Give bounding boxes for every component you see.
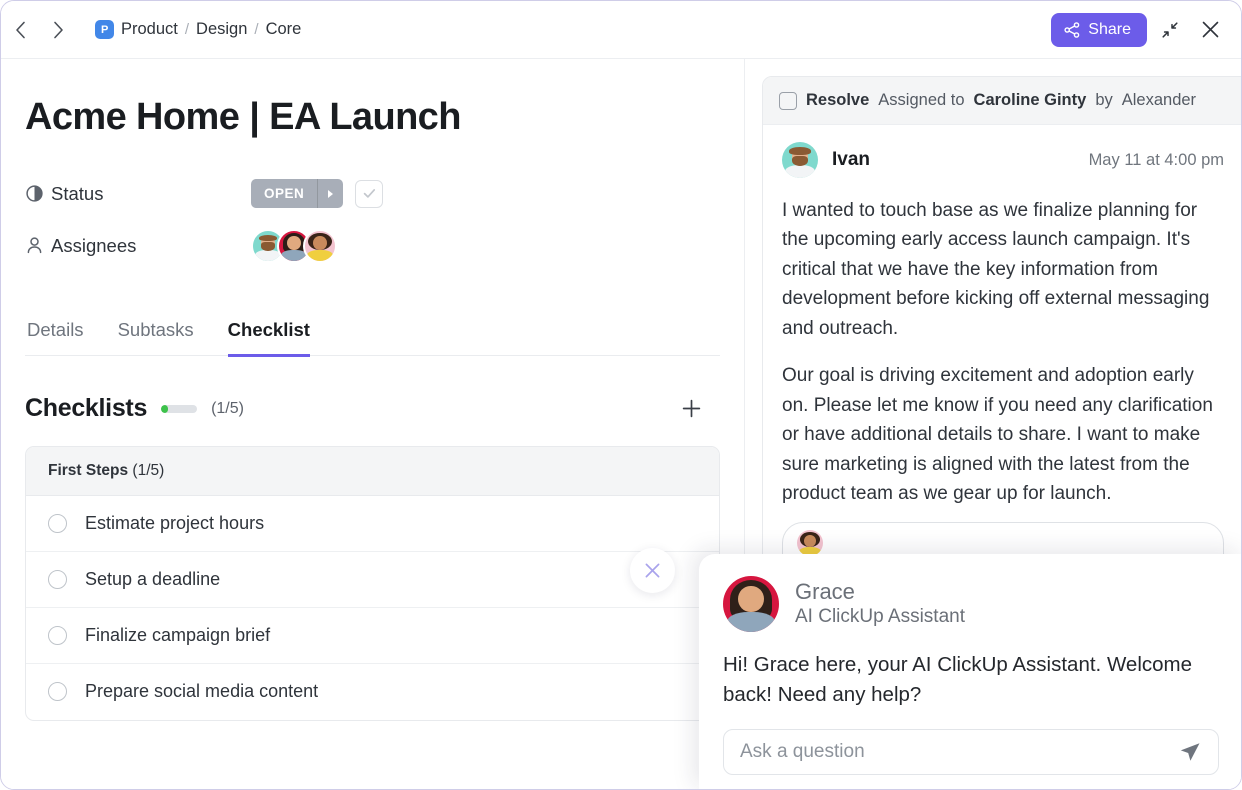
resolve-checkbox[interactable] <box>779 91 797 110</box>
navigation-arrows <box>1 11 77 49</box>
checklist-item[interactable]: Estimate project hours <box>26 496 719 552</box>
comment-body: Ivan May 11 at 4:00 pm I wanted to touch… <box>763 125 1241 518</box>
resolve-bar: Resolve Assigned to Caroline Ginty by Al… <box>763 77 1241 125</box>
chevron-left-icon <box>15 21 25 38</box>
comment-timestamp: May 11 at 4:00 pm <box>1088 150 1224 169</box>
comment-card: Resolve Assigned to Caroline Ginty by Al… <box>762 76 1241 566</box>
top-bar-actions: Share <box>1051 12 1227 47</box>
share-button-label: Share <box>1088 20 1131 38</box>
comment-paragraph: Our goal is driving excitement and adopt… <box>782 365 1213 504</box>
tab-details[interactable]: Details <box>27 319 84 357</box>
collapse-button[interactable] <box>1153 13 1187 47</box>
task-tabs: Details Subtasks Checklist <box>25 319 720 357</box>
ai-assistant-header: Grace AI ClickUp Assistant <box>723 576 1219 632</box>
mark-complete-button[interactable] <box>355 179 384 208</box>
breadcrumb-separator: / <box>254 21 259 38</box>
ai-assistant-panel: Grace AI ClickUp Assistant Hi! Grace her… <box>699 554 1241 789</box>
status-badge-value: OPEN <box>264 186 305 202</box>
breadcrumb-item-design[interactable]: Design <box>196 20 247 39</box>
share-nodes-icon <box>1064 21 1080 38</box>
ai-question-field[interactable] <box>723 729 1219 776</box>
ai-assistant-role: AI ClickUp Assistant <box>795 606 965 628</box>
avatar <box>797 530 823 557</box>
check-icon <box>363 189 375 199</box>
by-prefix: by <box>1095 91 1113 109</box>
assignee-name[interactable]: Caroline Ginty <box>974 91 1087 110</box>
status-badge[interactable]: OPEN <box>251 179 344 209</box>
chevron-right-icon <box>53 21 63 38</box>
ai-assistant-identity: Grace AI ClickUp Assistant <box>795 578 965 630</box>
ai-assistant-greeting: Hi! Grace here, your AI ClickUp Assistan… <box>723 653 1193 706</box>
comment-header: Ivan May 11 at 4:00 pm <box>782 142 1224 178</box>
checklist-card: First Steps (1/5) Estimate project hours… <box>25 445 720 721</box>
breadcrumb-item-product[interactable]: Product <box>121 20 178 39</box>
top-bar: P Product / Design / Core Share <box>1 1 1241 59</box>
person-icon <box>25 236 51 255</box>
tab-checklist[interactable]: Checklist <box>227 319 310 357</box>
status-clock-icon <box>25 184 51 203</box>
checklist-group-header[interactable]: First Steps (1/5) <box>26 446 719 496</box>
page-title: Acme Home | EA Launch <box>25 96 461 138</box>
close-overlay-button[interactable] <box>630 548 675 593</box>
close-icon <box>1202 21 1218 38</box>
avatar-face <box>723 576 779 632</box>
project-logo-icon: P <box>95 20 114 39</box>
collapse-arrows-icon <box>1162 21 1178 38</box>
avatar[interactable] <box>723 576 779 632</box>
checklist-item-label: Estimate project hours <box>85 512 265 533</box>
checklist-item[interactable]: Prepare social media content <box>26 664 719 720</box>
search-input[interactable] <box>740 741 1168 764</box>
checklist-progress-count: (1/5) <box>211 399 244 417</box>
checkbox-circle-icon[interactable] <box>48 682 67 702</box>
add-checklist-button[interactable] <box>676 394 706 424</box>
assignees-row: Assignees <box>25 225 720 267</box>
breadcrumb: P Product / Design / Core <box>95 20 301 39</box>
task-detail-window: P Product / Design / Core Share Acme Hom… <box>0 0 1242 790</box>
checklist-group-name: First Steps <box>48 461 129 479</box>
checkbox-circle-icon[interactable] <box>48 513 67 533</box>
assigned-prefix: Assigned to <box>878 91 965 109</box>
tab-subtasks[interactable]: Subtasks <box>118 319 194 357</box>
ai-assistant-name: Grace <box>795 578 855 604</box>
checklist-item-label: Setup a deadline <box>85 568 221 589</box>
assignees-label: Assignees <box>51 234 137 256</box>
checklist-item[interactable]: Setup a deadline <box>26 552 719 608</box>
breadcrumb-item-core[interactable]: Core <box>266 20 302 39</box>
avatar[interactable] <box>303 228 337 263</box>
avatar-face <box>305 231 335 261</box>
comment-author: Ivan <box>832 149 871 170</box>
plus-icon <box>682 400 700 418</box>
send-button[interactable] <box>1178 740 1202 764</box>
checklist-item-label: Prepare social media content <box>85 681 319 702</box>
assigner-name[interactable]: Alexander <box>1122 91 1196 110</box>
checklists-heading: Checklists <box>25 394 148 423</box>
breadcrumb-separator: / <box>184 21 190 38</box>
share-button[interactable]: Share <box>1051 12 1147 47</box>
forward-button[interactable] <box>39 11 77 49</box>
resolve-label[interactable]: Resolve <box>806 91 869 110</box>
comment-paragraph: I wanted to touch base as we finalize pl… <box>782 200 1210 339</box>
avatar-face <box>782 142 818 178</box>
avatar[interactable] <box>782 142 818 178</box>
caret-right-icon[interactable] <box>317 179 343 209</box>
checklist-item-label: Finalize campaign brief <box>85 624 271 645</box>
avatar-face <box>797 530 823 557</box>
checklist-progress-fill <box>161 404 169 413</box>
checklist-progress-bar <box>161 404 198 413</box>
status-label: Status <box>51 182 104 204</box>
checkbox-circle-icon[interactable] <box>48 625 67 645</box>
send-paper-plane-icon <box>1180 743 1200 762</box>
assignee-avatars <box>251 228 337 263</box>
close-window-button[interactable] <box>1193 13 1227 47</box>
close-icon <box>645 563 660 578</box>
task-main-pane: Acme Home | EA Launch Status OPEN Assign… <box>1 59 744 789</box>
checklist-item[interactable]: Finalize campaign brief <box>26 608 719 664</box>
back-button[interactable] <box>1 11 39 49</box>
status-row: Status OPEN <box>25 173 720 215</box>
checkbox-circle-icon[interactable] <box>48 569 67 589</box>
checklist-group-count: (1/5) <box>132 461 165 479</box>
checklists-header: Checklists (1/5) <box>25 394 720 424</box>
